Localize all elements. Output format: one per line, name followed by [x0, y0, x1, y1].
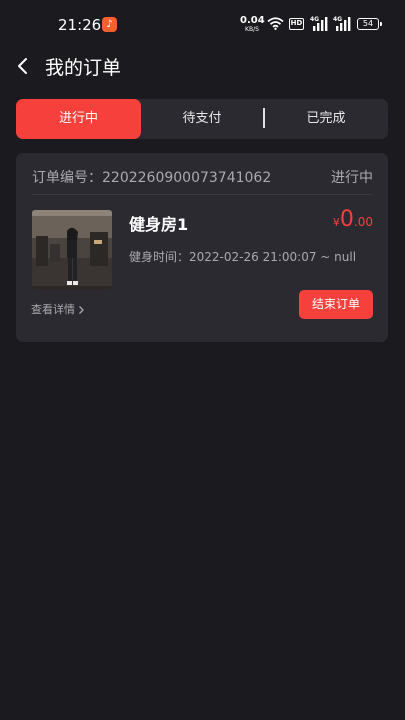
network-speed-unit: KB/S: [245, 26, 259, 33]
order-number-value: 2202260900073741062: [102, 170, 272, 186]
order-number-label: 订单编号：: [32, 170, 102, 186]
tab-in-progress[interactable]: 进行中: [16, 99, 141, 139]
gym-name: 健身房1: [129, 215, 189, 234]
card-divider: [32, 194, 372, 195]
battery-icon: 54: [357, 18, 382, 30]
order-number: 订单编号：2202260900073741062: [32, 167, 271, 187]
wifi-icon: [267, 17, 284, 30]
signal-strength-2: 4G: [333, 16, 352, 35]
workout-time-value: 2022-02-26 21:00:07 ~ null: [189, 250, 357, 264]
tab-pending-payment[interactable]: 待支付: [141, 99, 263, 139]
order-price: ¥0.00: [333, 207, 373, 232]
tab-completed[interactable]: 已完成: [264, 99, 388, 139]
view-details-link[interactable]: 查看详情: [31, 301, 85, 317]
page-title: 我的订单: [45, 57, 122, 79]
order-status: 进行中: [331, 170, 373, 186]
workout-time-label: 健身时间：: [129, 250, 190, 264]
view-details-label: 查看详情: [31, 303, 75, 316]
status-time: 21:26: [58, 16, 102, 34]
status-bar: 21:26 ♪ 0.04 KB/S HD 4G 4G 54: [0, 0, 405, 48]
chevron-right-icon: [79, 306, 84, 314]
gym-photo[interactable]: [32, 210, 112, 290]
signal-2-label: 4G: [333, 16, 343, 23]
signal-strength-1: 4G: [310, 16, 329, 35]
price-currency: ¥: [332, 216, 340, 229]
workout-time: 健身时间：2022-02-26 21:00:07 ~ null: [129, 248, 356, 265]
end-order-button[interactable]: 结束订单: [299, 290, 373, 319]
network-speed-value: 0.04: [240, 15, 265, 26]
gym-photo-image: [32, 210, 112, 290]
order-card[interactable]: 订单编号：2202260900073741062 进行中 健身房1 ¥0.00 …: [16, 153, 388, 342]
back-arrow-icon[interactable]: [14, 56, 34, 76]
signal-1-label: 4G: [310, 16, 320, 23]
app-notification-icon: ♪: [102, 17, 117, 32]
price-integer: 0: [339, 207, 354, 232]
network-speed: 0.04 KB/S: [240, 15, 265, 34]
hd-icon: HD: [289, 18, 304, 30]
order-status-tabs: 进行中 待支付 已完成: [16, 99, 388, 139]
price-decimal: .00: [353, 215, 373, 229]
